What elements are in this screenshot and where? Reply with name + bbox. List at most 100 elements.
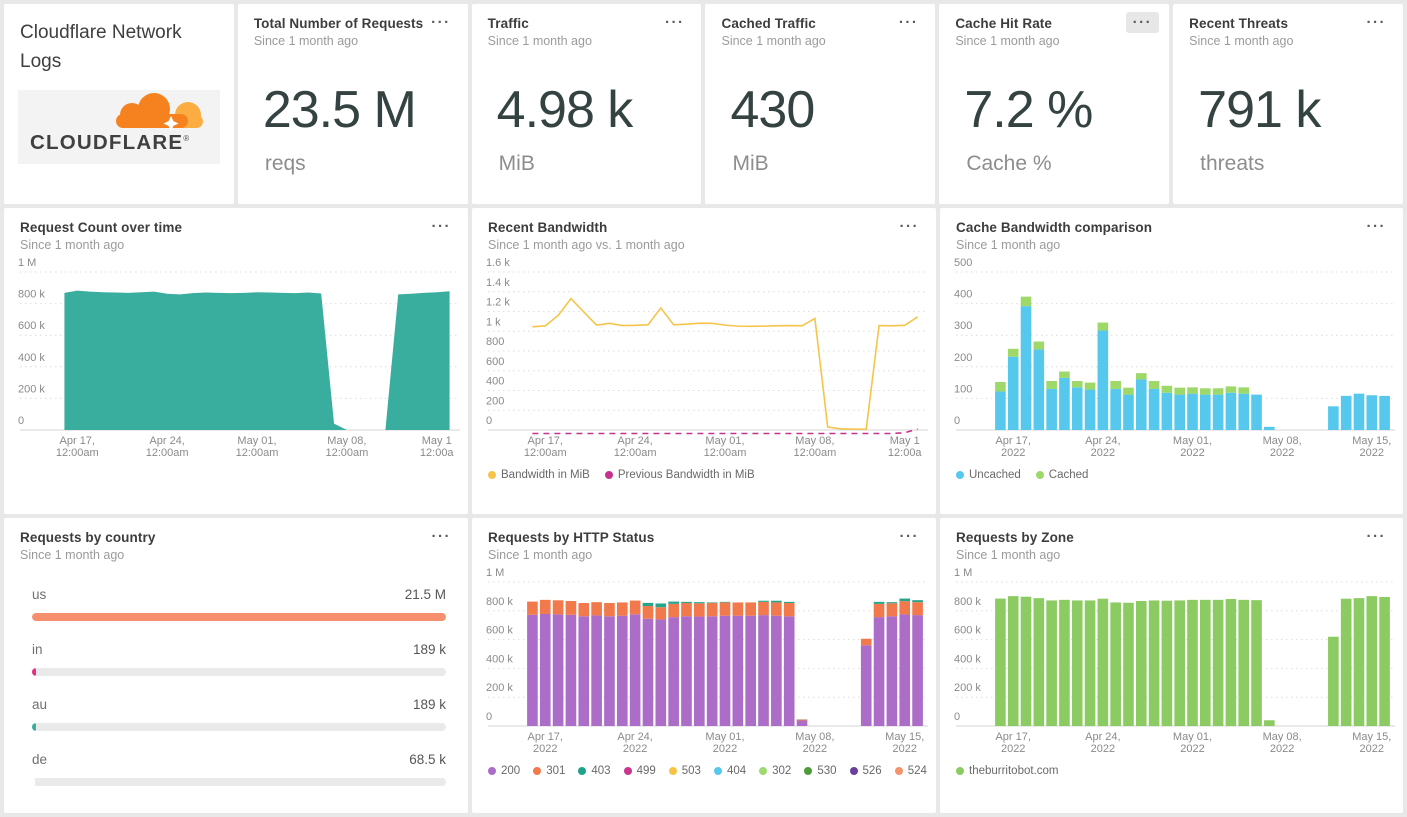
svg-text:2022: 2022 [1001, 743, 1025, 755]
svg-text:12:00am: 12:00am [325, 447, 368, 459]
legend-item[interactable]: 200 [488, 765, 520, 777]
dashboard-page: Cloudflare Network Logs CLOUDFLARE® Tota… [0, 0, 1407, 817]
panel-menu-button[interactable]: ··· [893, 216, 927, 237]
panel-menu-button[interactable]: ··· [658, 12, 692, 33]
country-value: 189 k [412, 642, 446, 657]
country-bar-fill [32, 668, 36, 676]
legend-item[interactable]: Bandwidth in MiB [488, 469, 590, 481]
svg-text:800 k: 800 k [18, 289, 45, 301]
legend-item[interactable]: 499 [623, 765, 656, 777]
svg-text:12:00am: 12:00am [704, 447, 747, 459]
panel-menu-button[interactable]: ··· [893, 526, 927, 547]
svg-text:2022: 2022 [1360, 447, 1384, 459]
legend-label: 530 [817, 765, 837, 777]
svg-text:Apr 17,: Apr 17, [995, 435, 1030, 447]
svg-text:100: 100 [954, 383, 972, 395]
panel-menu-button[interactable]: ··· [1360, 216, 1394, 237]
legend-item[interactable]: 530 [804, 765, 837, 777]
legend-item[interactable]: 524 [894, 765, 927, 777]
legend-label: Uncached [969, 469, 1021, 481]
stat-unit: MiB [732, 152, 769, 175]
svg-text:400 k: 400 k [18, 352, 45, 364]
panel-subtitle: Since 1 month ago [253, 34, 359, 48]
legend-label: 302 [772, 765, 792, 777]
legend-item[interactable]: 403 [578, 765, 611, 777]
panel-menu-button[interactable]: ··· [1359, 12, 1393, 33]
http-status-chart[interactable]: 1 M800 k600 k400 k200 k0Apr 17,2022Apr 2… [472, 562, 936, 758]
panel-subtitle: Since 1 month ago [20, 548, 125, 562]
svg-text:2022: 2022 [1091, 447, 1115, 459]
legend-item[interactable]: Cached [1035, 469, 1088, 481]
svg-text:May 1: May 1 [422, 435, 452, 447]
panel-subtitle: Since 1 month ago [20, 238, 125, 252]
chart-legend: theburritobot.com [940, 758, 1403, 777]
svg-text:May 15,: May 15, [1352, 731, 1391, 743]
svg-text:200 k: 200 k [18, 383, 45, 395]
svg-text:2022: 2022 [1001, 447, 1025, 459]
svg-text:800: 800 [486, 336, 504, 348]
legend-dot-icon [956, 767, 964, 775]
cloudflare-cloud-icon [115, 93, 203, 131]
svg-text:1 M: 1 M [486, 567, 504, 579]
svg-text:2022: 2022 [1360, 743, 1384, 755]
svg-text:May 08,: May 08, [795, 731, 834, 743]
middle-chart-row: Request Count over time Since 1 month ag… [4, 208, 1403, 514]
legend-item[interactable]: 526 [849, 765, 882, 777]
panel-requests-by-http-status: Requests by HTTP Status Since 1 month ag… [472, 518, 936, 813]
country-bar-track [32, 723, 446, 731]
panel-menu-button[interactable]: ··· [1360, 526, 1394, 547]
panel-menu-button[interactable]: ··· [424, 12, 458, 33]
country-row: de 68.5 k [32, 752, 446, 786]
svg-text:Apr 17,: Apr 17, [528, 731, 563, 743]
legend-dot-icon [533, 767, 542, 775]
recent-bandwidth-chart[interactable]: 1.6 k1.4 k1.2 k1 k8006004002000Apr 17,12… [472, 252, 936, 462]
country-value: 189 k [412, 697, 446, 712]
legend-item[interactable]: 503 [668, 765, 701, 777]
panel-subtitle: Since 1 month ago [488, 548, 593, 562]
legend-dot-icon [713, 767, 722, 775]
svg-text:May 08,: May 08, [1263, 435, 1302, 447]
legend-dot-icon [623, 767, 632, 775]
legend-item[interactable]: 302 [759, 765, 791, 777]
legend-label: 499 [636, 765, 656, 777]
panel-menu-button[interactable]: ··· [425, 216, 459, 237]
legend-item[interactable]: Uncached [956, 469, 1021, 481]
svg-text:Apr 17,: Apr 17, [60, 435, 95, 447]
legend-item[interactable]: theburritobot.com [956, 765, 1059, 777]
panel-menu-button[interactable]: ··· [1125, 12, 1160, 33]
country-bar-fill [32, 778, 35, 786]
svg-text:600 k: 600 k [18, 320, 45, 332]
stat-cached-traffic: Cached Traffic Since 1 month ago ··· 430… [705, 4, 936, 204]
svg-text:12:00am: 12:00am [793, 447, 836, 459]
legend-dot-icon [488, 471, 496, 479]
panel-menu-button[interactable]: ··· [425, 526, 459, 547]
svg-text:1 M: 1 M [954, 567, 972, 579]
stat-value: 791 k [1198, 81, 1321, 139]
legend-item[interactable]: Previous Bandwidth in MiB [604, 469, 755, 481]
panel-subtitle: Since 1 month ago [487, 34, 592, 48]
panel-cache-bandwidth: Cache Bandwidth comparison Since 1 month… [940, 208, 1403, 514]
svg-text:May 01,: May 01, [705, 435, 744, 447]
chart-legend: 200 301 403 499 503 404 302 530 526 524 [472, 758, 936, 777]
svg-text:Apr 24,: Apr 24, [617, 435, 652, 447]
svg-text:Apr 24,: Apr 24, [617, 731, 652, 743]
svg-text:May 01,: May 01, [1173, 435, 1212, 447]
stat-unit: MiB [498, 152, 535, 175]
legend-item[interactable]: 301 [533, 765, 565, 777]
svg-text:2022: 2022 [803, 743, 827, 755]
cache-bandwidth-chart[interactable]: 5004003002001000Apr 17,2022Apr 24,2022Ma… [940, 252, 1403, 462]
request-count-chart[interactable]: 1 M800 k600 k400 k200 k0Apr 17,12:00amAp… [4, 252, 468, 462]
svg-text:0: 0 [486, 711, 492, 723]
panel-menu-button[interactable]: ··· [892, 12, 926, 33]
panel-requests-by-zone: Requests by Zone Since 1 month ago ··· 1… [940, 518, 1403, 813]
country-value: 21.5 M [404, 587, 446, 602]
svg-text:0: 0 [18, 415, 24, 427]
svg-text:2022: 2022 [533, 743, 557, 755]
zone-chart[interactable]: 1 M800 k600 k400 k200 k0Apr 17,2022Apr 2… [940, 562, 1403, 758]
svg-text:Apr 17,: Apr 17, [995, 731, 1030, 743]
svg-text:400 k: 400 k [486, 653, 513, 665]
chart-legend [4, 462, 468, 469]
svg-text:0: 0 [954, 415, 960, 427]
legend-item[interactable]: 404 [713, 765, 746, 777]
svg-text:2022: 2022 [713, 743, 737, 755]
